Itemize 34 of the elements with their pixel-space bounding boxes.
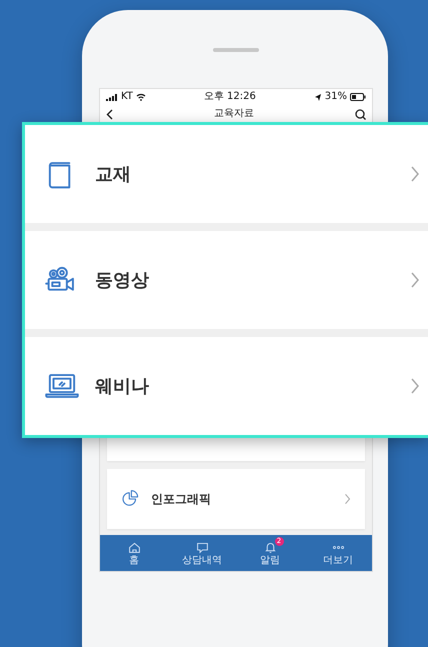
tab-label: 알림 bbox=[260, 554, 280, 566]
list-card[interactable]: 인포그래픽 bbox=[107, 469, 365, 529]
battery-icon bbox=[350, 93, 366, 101]
pie-chart-icon bbox=[121, 490, 139, 508]
chevron-right-icon bbox=[410, 377, 420, 395]
menu-label: 웨비나 bbox=[95, 375, 150, 398]
carrier-name: KT bbox=[121, 91, 133, 103]
signal-icon bbox=[106, 94, 118, 100]
tab-label: 홈 bbox=[129, 554, 139, 566]
speaker-slot bbox=[213, 48, 259, 52]
menu-row[interactable]: 동영상 bbox=[25, 231, 428, 329]
list-label: 인포그래픽 bbox=[151, 490, 212, 508]
menu-row[interactable]: 웨비나 bbox=[25, 337, 428, 435]
menu-row[interactable]: 교재 bbox=[25, 125, 428, 223]
tab-item[interactable]: 홈 bbox=[100, 535, 168, 571]
tab-label: 상담내역 bbox=[182, 554, 222, 566]
menu-label: 교재 bbox=[95, 163, 132, 186]
tab-label: 더보기 bbox=[323, 554, 353, 566]
wifi-icon bbox=[136, 93, 146, 101]
status-time: 오후 12:26 bbox=[204, 91, 256, 103]
location-arrow-icon bbox=[314, 93, 322, 101]
tab-item[interactable]: 더보기 bbox=[304, 535, 372, 571]
chevron-right-icon bbox=[410, 165, 420, 183]
tab-item[interactable]: 상담내역 bbox=[168, 535, 236, 571]
chevron-right-icon bbox=[410, 271, 420, 289]
battery-percent: 31% bbox=[324, 91, 347, 103]
menu-label: 동영상 bbox=[95, 269, 150, 292]
home-icon bbox=[128, 540, 140, 554]
speech-bubble-icon bbox=[196, 540, 208, 554]
bell-icon bbox=[264, 540, 276, 554]
screen-title: 교육자료 bbox=[214, 108, 254, 120]
chevron-right-icon bbox=[344, 493, 351, 505]
search-icon bbox=[355, 108, 366, 120]
back-icon bbox=[106, 108, 113, 120]
